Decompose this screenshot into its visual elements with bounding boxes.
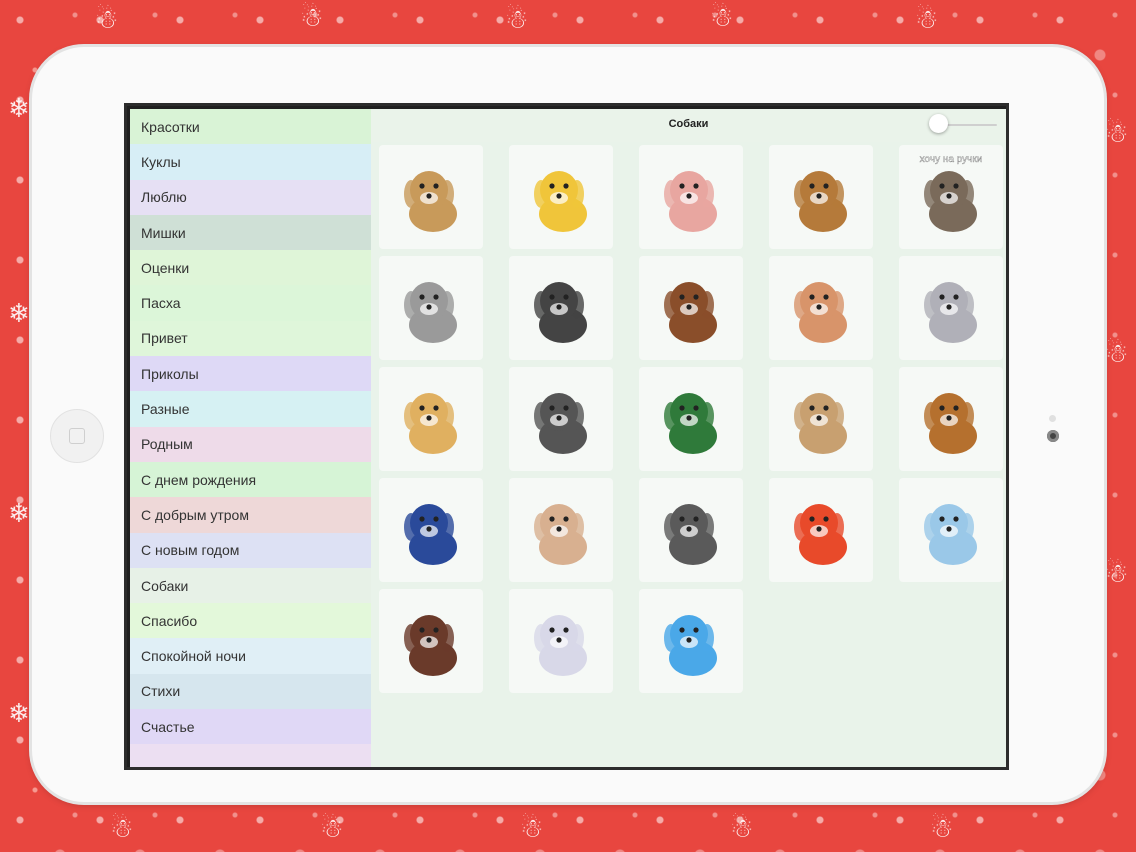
- category-item[interactable]: С добрым утром: [130, 497, 371, 533]
- sticker-tile[interactable]: [509, 256, 613, 360]
- sticker-tile[interactable]: [899, 256, 1003, 360]
- white-puppies-stack-icon: [534, 615, 587, 676]
- navigation-bar: Собаки: [371, 109, 1006, 142]
- sticker-tile[interactable]: [379, 145, 483, 249]
- gallery-panel: Собаки хочу на ручки: [371, 109, 1006, 767]
- category-item[interactable]: Приколы: [130, 356, 371, 392]
- snowman-icon: ☃: [730, 813, 754, 843]
- category-item[interactable]: Стихи: [130, 673, 371, 710]
- sticker-tile[interactable]: [509, 145, 613, 249]
- santa-icon: ☃: [95, 4, 119, 34]
- sticker-tile[interactable]: [769, 478, 873, 582]
- category-item[interactable]: Привет: [130, 320, 371, 357]
- sticker-tile[interactable]: [639, 367, 743, 471]
- category-item[interactable]: С днем рождения: [130, 461, 371, 498]
- category-item[interactable]: Родным: [130, 426, 371, 462]
- dog-on-street-photo-icon: [664, 504, 717, 565]
- category-item[interactable]: [130, 744, 371, 767]
- dalmatian-head-icon: [534, 282, 587, 343]
- puppy-lollipop-icon: [794, 504, 847, 565]
- snowman-icon: ☃: [930, 813, 954, 843]
- category-item[interactable]: Пасха: [130, 285, 371, 321]
- sticker-tile[interactable]: [379, 367, 483, 471]
- santa-icon: ☃: [300, 2, 324, 32]
- category-item[interactable]: Разные: [130, 391, 371, 427]
- sitting-longhair-dog-icon: [404, 615, 457, 676]
- size-slider-thumb[interactable]: [929, 114, 948, 133]
- gift-icon: ❄: [8, 498, 30, 528]
- santa-icon: ☃: [710, 2, 734, 32]
- camera-icon: [1047, 430, 1059, 442]
- sticker-tile[interactable]: [509, 367, 613, 471]
- snowman-icon: ☃: [520, 813, 544, 843]
- sticker-tile[interactable]: [769, 256, 873, 360]
- sticker-tile[interactable]: [379, 589, 483, 693]
- sticker-tile[interactable]: [899, 367, 1003, 471]
- lying-puppy-icon: [794, 393, 847, 454]
- snowman-icon: ☃: [320, 813, 344, 843]
- category-list[interactable]: Красотки Куклы Люблю Мишки Оценки Пасха Привет…: [130, 109, 371, 767]
- page-title: Собаки: [668, 118, 709, 130]
- puppy-bowl-icon: [794, 171, 847, 232]
- category-item[interactable]: Оценки: [130, 250, 371, 286]
- puppy-bed-icon: [924, 504, 977, 565]
- sticker-caption: хочу на ручки: [920, 154, 983, 165]
- santa-icon: ☃: [915, 4, 939, 34]
- category-item[interactable]: Люблю: [130, 179, 371, 215]
- sticker-tile[interactable]: [769, 367, 873, 471]
- dalmatian-snowglobe-icon: [404, 282, 457, 343]
- category-item[interactable]: Спасибо: [130, 603, 371, 639]
- sticker-tile[interactable]: [899, 478, 1003, 582]
- category-item[interactable]: Собаки: [130, 567, 371, 604]
- three-puppies-icon: [664, 282, 717, 343]
- category-item[interactable]: Спокойной ночи: [130, 638, 371, 674]
- sticker-tile[interactable]: [509, 589, 613, 693]
- category-item[interactable]: Мишки: [130, 214, 371, 251]
- sensor-icon: [1049, 415, 1056, 422]
- sticker-tile[interactable]: [509, 478, 613, 582]
- home-button[interactable]: [50, 409, 104, 463]
- gift-icon: ❄: [8, 93, 30, 123]
- santa-icon: ☃: [505, 4, 529, 34]
- pluto-splash-icon: [534, 171, 587, 232]
- sleeping-puppy-kitten-icon: [794, 282, 847, 343]
- snowman-icon: ☃: [1105, 338, 1129, 368]
- sticker-tile[interactable]: [639, 589, 743, 693]
- category-item[interactable]: Красотки: [130, 109, 371, 145]
- category-item[interactable]: Куклы: [130, 144, 371, 180]
- category-item[interactable]: Счастье: [130, 709, 371, 745]
- blue-glitter-dog-icon: [664, 615, 717, 676]
- puppy-sitting-icon: [924, 393, 977, 454]
- sticker-tile[interactable]: хочу на ручки: [899, 145, 1003, 249]
- chihuahua-photo-icon: хочу на ручки: [919, 154, 983, 232]
- sticker-tile[interactable]: [379, 478, 483, 582]
- sticker-tile[interactable]: [379, 256, 483, 360]
- sticker-tile[interactable]: [639, 256, 743, 360]
- spaniel-pair-icon: [534, 504, 587, 565]
- sharpei-sweater-icon: [664, 393, 717, 454]
- sticker-tile[interactable]: [639, 145, 743, 249]
- cartoon-stork-dog-icon: [664, 171, 717, 232]
- dalmatian-puppy-icon: [534, 393, 587, 454]
- dalmatians-group-icon: [924, 282, 977, 343]
- sticker-tile[interactable]: [769, 145, 873, 249]
- puppy-flowers-icon: [404, 393, 457, 454]
- app-screen: Красотки Куклы Люблю Мишки Оценки Пасха Привет…: [124, 103, 1009, 770]
- gift-icon: ❄: [8, 698, 30, 728]
- sticker-tile[interactable]: [639, 478, 743, 582]
- puppy-in-boot-icon: [404, 504, 457, 565]
- snowman-icon: ☃: [1105, 118, 1129, 148]
- gift-icon: ❄: [8, 298, 30, 328]
- snowman-icon: ☃: [1105, 558, 1129, 588]
- spaniel-puppy-icon: [404, 171, 457, 232]
- category-item[interactable]: С новым годом: [130, 532, 371, 568]
- snowman-icon: ☃: [110, 813, 134, 843]
